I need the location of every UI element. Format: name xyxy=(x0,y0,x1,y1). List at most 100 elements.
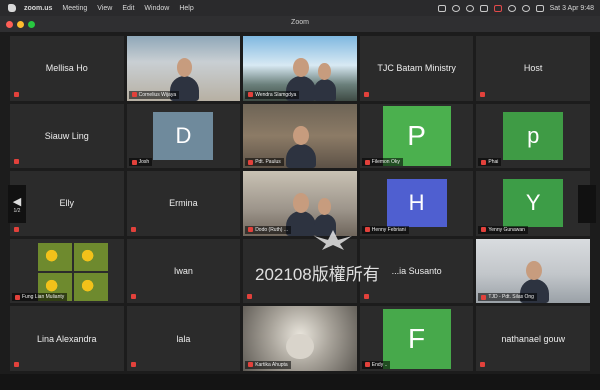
mac-menubar: zoom.us Meeting View Edit Window Help Sa… xyxy=(0,0,600,16)
person-head xyxy=(318,63,331,80)
menu-view[interactable]: View xyxy=(97,5,112,12)
search-icon[interactable] xyxy=(521,4,530,12)
muted-mic-icon xyxy=(14,159,19,165)
participant-tile[interactable]: Fung Lian Mulianty xyxy=(10,238,124,304)
person-head xyxy=(318,198,331,216)
participant-name-tag: Pdt. Paulus xyxy=(245,158,284,167)
participant-name-tag: Fung Lian Mulianty xyxy=(12,293,68,302)
participant-tile[interactable]: Ermina xyxy=(126,171,241,236)
muted-mic-icon xyxy=(364,227,370,233)
participant-name-tag: Kartika Ahupta xyxy=(245,360,291,369)
muted-mic-icon xyxy=(130,226,136,232)
menu-edit[interactable]: Edit xyxy=(122,5,134,12)
participant-tile[interactable]: p Phai xyxy=(476,103,590,169)
page-indicator: 1/2 xyxy=(13,207,21,214)
window-titlebar: Zoom xyxy=(0,16,600,32)
participant-tag-label: Filemon Oky xyxy=(371,159,400,166)
muted-mic-icon xyxy=(364,362,370,368)
muted-mic-icon xyxy=(14,226,19,232)
watermark-text: 202108版權所有 xyxy=(255,265,380,284)
participant-name-tag: Henny Febriani xyxy=(361,225,409,234)
apple-icon[interactable] xyxy=(8,4,16,12)
participant-name: Iwan xyxy=(173,266,193,277)
menu-help[interactable]: Help xyxy=(179,5,193,12)
previous-page-button[interactable]: ◀ 1/2 xyxy=(8,185,26,223)
participant-name-tag: Josh xyxy=(128,158,153,167)
time-machine-icon[interactable] xyxy=(465,4,474,12)
muted-mic-icon xyxy=(15,294,20,300)
muted-mic-icon xyxy=(14,91,19,97)
participant-name: nathanael gouw xyxy=(501,333,565,344)
zoom-status-icon[interactable] xyxy=(437,4,446,12)
participant-avatar: H xyxy=(386,179,447,228)
muted-mic-icon xyxy=(480,361,486,367)
menubar-clock[interactable]: Sat 3 Apr 9:48 xyxy=(550,5,594,12)
participant-tile[interactable]: Mellisa Ho xyxy=(10,36,124,101)
participant-tile[interactable]: Host xyxy=(476,36,590,101)
menu-window[interactable]: Window xyxy=(144,5,169,12)
muted-mic-icon xyxy=(481,159,487,165)
participant-name: Mellisa Ho xyxy=(45,63,88,74)
menu-meeting[interactable]: Meeting xyxy=(62,5,87,12)
participant-tile[interactable]: Elly xyxy=(10,171,124,236)
participant-tile[interactable]: Lina Alexandra xyxy=(10,306,124,371)
person-head xyxy=(526,260,543,281)
participant-tile[interactable]: P Filemon Oky xyxy=(359,103,474,169)
participant-tag-label: Josh xyxy=(138,159,150,166)
participant-tag-label: Endy .. xyxy=(371,361,388,368)
participant-tile[interactable]: lala xyxy=(126,306,241,371)
participant-tag-label: Fung Lian Mulianty xyxy=(22,294,65,301)
participant-avatar: D xyxy=(153,111,214,160)
participant-tile[interactable]: Iwan xyxy=(126,238,241,304)
participant-tile[interactable]: nathanael gouw xyxy=(476,306,590,371)
participant-avatar: Y xyxy=(503,179,564,228)
participant-tag-label: Wendra Slamgdya xyxy=(255,91,297,98)
menu-app-name[interactable]: zoom.us xyxy=(24,5,52,12)
control-center-icon[interactable] xyxy=(535,4,544,12)
participant-tile[interactable]: Pdt. Paulus xyxy=(243,103,357,169)
participant-tile[interactable]: Siauw Ling xyxy=(10,103,124,169)
wifi-icon[interactable] xyxy=(507,4,516,12)
record-icon[interactable] xyxy=(451,4,460,12)
participant-tile[interactable]: Cornelius Wijaya xyxy=(126,36,241,101)
participant-tag-label: Phai xyxy=(488,159,499,166)
bluetooth-icon[interactable] xyxy=(479,4,488,12)
muted-mic-icon xyxy=(481,227,487,233)
muted-mic-icon xyxy=(363,294,369,300)
next-page-button[interactable] xyxy=(578,185,596,223)
participant-tile[interactable]: TJC Batam Ministry xyxy=(359,36,474,101)
participant-name: Host xyxy=(523,63,543,74)
participant-tile[interactable]: F Endy .. xyxy=(359,306,474,371)
muted-mic-icon xyxy=(130,361,136,367)
muted-mic-icon xyxy=(363,91,369,97)
participant-tag-label: Henny Febriani xyxy=(371,226,406,233)
participant-avatar: P xyxy=(382,105,451,166)
chevron-left-icon: ◀ xyxy=(12,195,22,208)
person-head xyxy=(293,125,310,145)
participant-tag-label: Dodo (Ruth) ... xyxy=(255,226,288,233)
participant-name: TJC Batam Ministry xyxy=(377,63,456,74)
muted-mic-icon xyxy=(248,227,254,233)
flowers-image xyxy=(38,242,108,301)
participant-tile[interactable]: Wendra Slamgdya xyxy=(243,36,357,101)
muted-mic-icon xyxy=(480,91,486,97)
muted-mic-icon xyxy=(247,294,253,300)
participant-tile[interactable]: TJD - Pdt. Silas Ong xyxy=(476,238,590,304)
gallery-grid: Mellisa Ho Cornelius Wijaya Wendra Slamgdy… xyxy=(10,36,590,371)
muted-mic-icon xyxy=(248,159,254,165)
person-silhouette xyxy=(313,78,337,101)
participant-name-tag: Dodo (Ruth) ... xyxy=(245,225,291,234)
participant-tag-label: Cornelius Wijaya xyxy=(138,91,177,98)
battery-icon[interactable] xyxy=(493,4,502,12)
status-icons: Sat 3 Apr 9:48 xyxy=(437,4,594,12)
person-silhouette xyxy=(286,143,316,169)
participant-tile[interactable]: H Henny Febriani xyxy=(359,171,474,236)
participant-name: Lina Alexandra xyxy=(37,333,97,344)
participant-avatar: p xyxy=(503,111,564,160)
person-head xyxy=(293,57,310,78)
participant-tile[interactable]: Kartika Ahupta xyxy=(243,306,357,371)
meeting-controls-bar xyxy=(0,374,600,390)
participant-name: Ermina xyxy=(169,198,198,209)
participant-tile[interactable]: Y Yenny Gunawan xyxy=(476,171,590,236)
participant-tile[interactable]: D Josh xyxy=(126,103,241,169)
